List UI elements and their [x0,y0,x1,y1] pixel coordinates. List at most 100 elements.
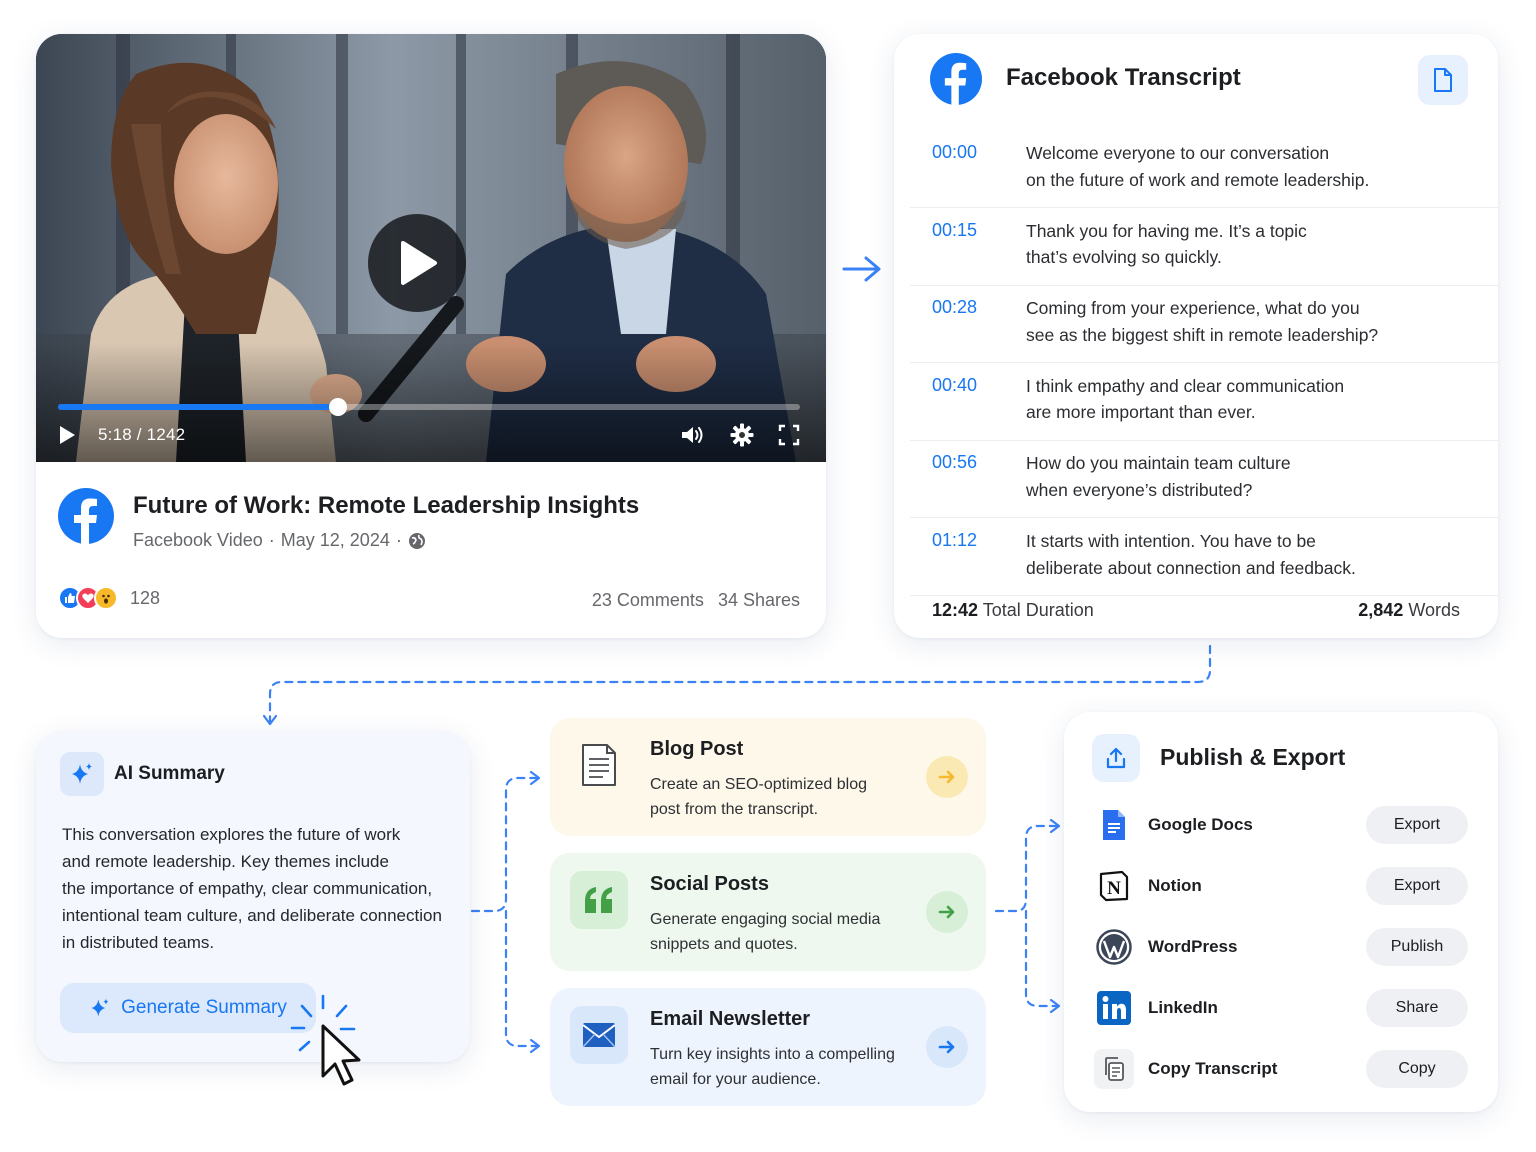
transcript-timestamp[interactable]: 00:56 [932,452,977,473]
social-posts-desc: Generate engaging social media snippets a… [650,907,920,957]
linkedin-share-button[interactable]: Share [1366,989,1468,1027]
transcript-text-line: Coming from your experience, what do you [1026,298,1360,319]
progress-bar[interactable] [58,398,800,416]
transcript-row[interactable]: 00:15 Thank you for having me. It’s a top… [910,208,1498,286]
play-button[interactable] [368,214,466,312]
document-icon [1434,68,1452,92]
desc-line: Turn key insights into a compelling [650,1046,895,1063]
comments-link[interactable]: 23 Comments [592,590,704,611]
play-small-button[interactable] [58,425,76,445]
video-player[interactable]: 5:18 / 1242 [36,34,826,462]
video-source[interactable]: Facebook Video [133,530,263,551]
document-lines-icon [582,744,616,786]
transcript-text-line: on the future of work and remote leaders… [1026,169,1370,190]
copy-transcript-button[interactable]: Copy [1366,1050,1468,1088]
time-label: 5:18 / 1242 [98,425,186,444]
transcript-card: Facebook Transcript 00:00 Welcome everyon… [894,34,1498,638]
arrow-right-icon [938,1040,955,1054]
video-post-card: 5:18 / 1242 Future of Work: Remote Leade… [36,34,826,638]
blog-post-title: Blog Post [650,738,744,760]
social-icon-badge [570,871,628,929]
summary-line: the importance of empathy, clear communi… [62,879,433,898]
transcript-row[interactable]: 00:28 Coming from your experience, what d… [910,285,1498,364]
sparkle-icon [91,998,109,1017]
transcript-timestamp[interactable]: 01:12 [932,530,977,551]
reaction-count: 128 [130,587,161,608]
word-count: 2,842 Words [1358,600,1460,621]
ai-summary-card: AI Summary This conversation explores th… [36,732,470,1062]
transcript-text-line: that’s evolving so quickly. [1026,247,1222,268]
blog-post-go-button[interactable] [926,756,968,798]
transcript-timestamp[interactable]: 00:00 [932,142,977,163]
transcript-text-line: when everyone’s distributed? [1026,479,1253,500]
transcript-text-line: are more important than ever. [1026,402,1256,423]
progress-scrubber[interactable] [328,398,347,416]
transcript-timestamp[interactable]: 00:40 [932,375,977,396]
desc-line: post from the transcript. [650,801,819,818]
publish-title: Publish & Export [1160,744,1346,770]
reactions[interactable]: 128 [58,586,160,610]
transcript-footer: 12:42 Total Duration 2,842 Words [932,600,1460,621]
linkedin-label: LinkedIn [1148,998,1218,1017]
engagement-stats: 23 Comments 34 Shares [592,590,800,611]
player-controls: 5:18 / 1242 [58,420,800,450]
wordpress-label: WordPress [1148,937,1238,956]
facebook-logo-icon [930,53,982,105]
settings-icon [730,423,754,447]
wow-reaction-icon [94,586,118,610]
transcript-timestamp[interactable]: 00:15 [932,220,977,241]
envelope-icon [582,1023,616,1048]
transcript-timestamp[interactable]: 00:28 [932,297,977,318]
wordpress-icon [1094,927,1134,967]
transcript-text-line: It starts with intention. You have to be [1026,531,1316,551]
social-posts-card[interactable]: Social Posts Generate engaging social me… [550,853,986,971]
shares-link[interactable]: 34 Shares [718,590,800,611]
video-date[interactable]: May 12, 2024 [281,530,390,551]
words-value: 2,842 [1358,600,1404,620]
social-posts-title: Social Posts [650,873,769,895]
separator-dot: · [268,530,275,550]
publish-export-card: Publish & Export Google Docs Export N No… [1064,712,1498,1112]
settings-button[interactable] [730,423,754,447]
email-newsletter-desc: Turn key insights into a compelling email… [650,1042,920,1092]
sparkle-badge [60,752,104,796]
upload-icon [1106,747,1126,769]
total-duration: 12:42 Total Duration [932,600,1094,621]
video-title[interactable]: Future of Work: Remote Leadership Insigh… [133,492,639,520]
play-icon [401,241,437,285]
volume-button[interactable] [680,424,706,446]
transcript-text: Welcome everyone to our conversation on t… [1026,140,1426,193]
volume-icon [682,427,703,443]
fullscreen-button[interactable] [778,424,800,446]
arrow-right-icon [938,770,955,784]
email-newsletter-card[interactable]: Email Newsletter Turn key insights into … [550,988,986,1106]
generate-summary-button[interactable]: Generate Summary [60,983,316,1033]
arrow-right-icon [938,905,955,919]
transcript-text-line: deliberate about connection and feedback… [1026,557,1356,578]
transcript-row[interactable]: 00:56 How do you maintain team culture whe… [910,440,1498,519]
globe-icon [408,532,425,549]
transcript-row[interactable]: 01:12 It starts with intention. You have … [910,518,1498,596]
notion-export-button[interactable]: Export [1366,867,1468,905]
transcript-row[interactable]: 00:40 I think empathy and clear communica… [910,363,1498,441]
video-subtitle: Facebook Video · May 12, 2024 · [133,530,426,551]
duration-value: 12:42 [932,600,979,620]
email-icon-badge [570,1006,628,1064]
email-newsletter-go-button[interactable] [926,1026,968,1068]
transcript-row[interactable]: 00:00 Welcome everyone to our conversatio… [910,130,1498,208]
desc-line: snippets and quotes. [650,936,798,953]
publish-row-notion: N Notion Export [1094,866,1468,906]
google-docs-icon [1094,805,1134,845]
google-docs-export-button[interactable]: Export [1366,806,1468,844]
transcript-text: I think empathy and clear communication a… [1026,373,1426,426]
wordpress-publish-button[interactable]: Publish [1366,928,1468,966]
transcript-text-line: I think empathy and clear communication [1026,375,1345,396]
desc-line: Generate engaging social media [650,911,881,928]
document-button[interactable] [1418,55,1468,105]
transcript-text-line: Welcome everyone to our conversation [1026,143,1330,163]
summary-title: AI Summary [114,763,225,784]
social-posts-go-button[interactable] [926,891,968,933]
transcript-text: Coming from your experience, what do you… [1026,295,1426,348]
words-label: Words [1408,600,1460,620]
blog-post-card[interactable]: Blog Post Create an SEO-optimized blog po… [550,718,986,836]
